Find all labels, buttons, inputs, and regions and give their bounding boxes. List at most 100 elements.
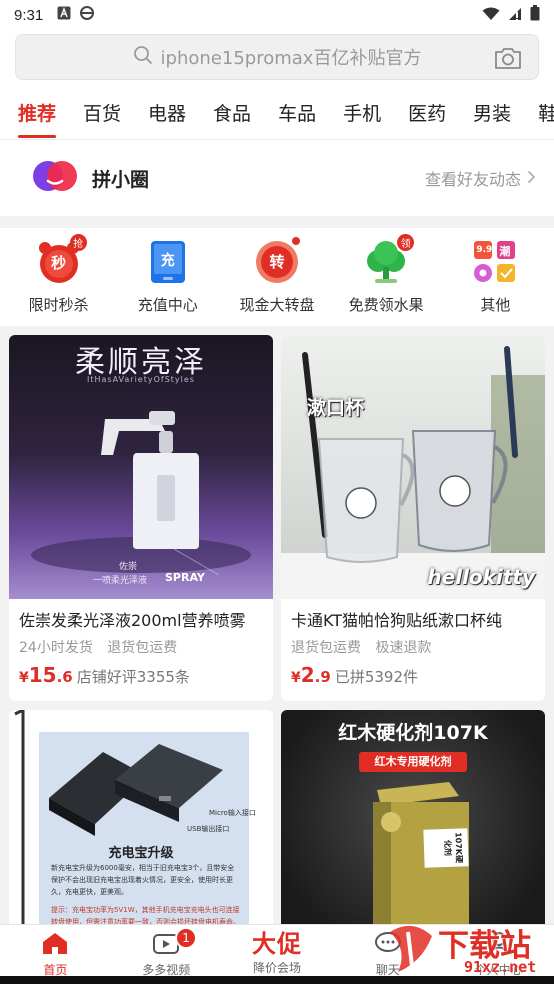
pinxiaoquan-label: 拼小圈 — [92, 168, 150, 191]
status-time: 9:31 — [14, 6, 44, 24]
product-image: 漱口杯 hellokitty — [281, 335, 545, 599]
wheel-red-dot — [290, 236, 301, 246]
notification-a-icon — [57, 6, 71, 24]
product-tags: 退货包运费 极速退款 — [291, 637, 535, 657]
chevron-right-icon — [527, 169, 536, 188]
more-grid-icon: 9.9 潮 — [471, 238, 519, 286]
product-tag: 退货包运费 — [107, 640, 178, 656]
pinxiaoquan-logo-icon — [32, 159, 78, 197]
quick-flash-sale[interactable]: 秒 抢 限时秒杀 — [5, 228, 113, 326]
search-placeholder: iphone15promax百亿补贴官方 — [160, 48, 422, 69]
tree-icon: 领 — [362, 234, 415, 286]
quick-label: 免费领水果 — [348, 296, 424, 314]
watermark-url: 91xz.net — [464, 958, 537, 976]
quick-label: 充值中心 — [137, 296, 198, 314]
product-title: 卡通KT猫帕恰狗贴纸漱口杯纯 — [291, 611, 503, 630]
nav-promo-label: 降价会场 — [252, 961, 301, 975]
product-tag: 极速退款 — [375, 640, 432, 656]
friend-activity-link[interactable]: 查看好友动态 — [425, 166, 536, 190]
nav-promo-big: 大促 — [251, 930, 302, 958]
cups-illustration — [281, 346, 545, 599]
tab-menswear[interactable]: 男装 — [473, 99, 511, 126]
nav-video[interactable]: 1 多多视频 — [111, 925, 222, 977]
app-root: 9:31 iphone15promax百亿补贴官方 推荐 百货 电器 食品 车品… — [0, 0, 554, 984]
video-badge: 1 — [175, 927, 198, 949]
flash-sale-tag: 抢 — [69, 234, 87, 251]
more-grid-tr-text: 潮 — [499, 245, 511, 258]
watermark-logo-icon — [390, 925, 432, 972]
home-icon — [41, 931, 69, 959]
search-icon — [133, 45, 153, 69]
nav-home[interactable]: 首页 — [0, 925, 111, 977]
nav-promo[interactable]: 大促 降价会场 — [222, 925, 333, 976]
quick-more[interactable]: 9.9 潮 其他 — [441, 228, 549, 326]
search-input[interactable]: iphone15promax百亿补贴官方 — [15, 34, 539, 80]
product-card[interactable]: Micro输入接口 USB输出接口 充电宝升级 新充电宝升级为6000毫安，相当… — [9, 710, 273, 930]
tab-food[interactable]: 食品 — [213, 99, 251, 126]
battery-icon — [530, 5, 540, 25]
price-currency: ¥ — [291, 670, 301, 686]
signal-icon — [508, 6, 522, 25]
friend-activity-text: 查看好友动态 — [424, 170, 521, 189]
more-grid-tl-text: 9.9 — [476, 245, 493, 255]
image-can-label: 107K硬化剂 — [423, 828, 469, 868]
quick-label: 其他 — [480, 296, 511, 314]
watermark: 下载站 91xz.net — [380, 918, 552, 980]
product-title: 佐崇发柔光泽液200ml营养喷雾 — [19, 611, 246, 630]
product-tag: 24小时发货 — [19, 640, 93, 656]
sold-info: 已拼5392件 — [334, 668, 418, 686]
sold-info: 店铺好评3355条 — [76, 668, 190, 686]
category-tabs: 推荐 百货 电器 食品 车品 手机 医药 男装 鞋包 — [0, 86, 554, 140]
price-decimal: .6 — [56, 668, 73, 686]
quick-recharge[interactable]: 充 充值中心 — [114, 228, 222, 326]
tab-phones[interactable]: 手机 — [343, 99, 381, 126]
tab-general[interactable]: 百货 — [83, 99, 121, 126]
quick-cash-wheel[interactable]: 转 现金大转盘 — [223, 228, 331, 326]
image-spray-label: SPRAY — [165, 571, 205, 584]
quick-label: 现金大转盘 — [239, 296, 315, 314]
wifi-icon — [482, 6, 500, 25]
image-headline: 漱口杯 — [307, 397, 365, 419]
product-image: Micro输入接口 USB输出接口 充电宝升级 新充电宝升级为6000毫安，相当… — [9, 710, 273, 930]
image-caption-1: 佐崇 — [119, 562, 138, 572]
price-line: ¥ 15 .6 店铺好评3355条 — [19, 663, 263, 687]
product-card[interactable]: 红木硬化剂107K 红木专用硬化剂 107K硬化剂 — [281, 710, 545, 930]
product-card[interactable]: 柔顺亮泽 ItHasAVarietyOfStyles SPRAY 佐崇 一喷柔光… — [9, 335, 273, 701]
wheel-icon-text: 转 — [269, 253, 285, 271]
browser-e-icon — [79, 5, 95, 25]
price-integer: 15 — [28, 663, 57, 687]
tab-car[interactable]: 车品 — [278, 99, 316, 126]
wheel-icon: 转 — [253, 236, 301, 286]
quick-free-fruit[interactable]: 领 免费领水果 — [332, 228, 440, 326]
price-line: ¥ 2 .9 已拼5392件 — [291, 663, 535, 687]
product-image: 红木硬化剂107K 红木专用硬化剂 107K硬化剂 — [281, 710, 545, 930]
can-illustration — [373, 782, 469, 930]
image-caption-2: 一喷柔光泽液 — [93, 576, 148, 586]
free-fruit-tag: 领 — [397, 234, 415, 251]
recharge-icon: 充 — [144, 238, 192, 286]
product-image: 柔顺亮泽 ItHasAVarietyOfStyles SPRAY 佐崇 一喷柔光… — [9, 335, 273, 599]
image-port-label-2: USB输出接口 — [187, 825, 230, 833]
status-right — [482, 5, 540, 25]
pinxiaoquan-row[interactable]: 拼小圈 查看好友动态 — [0, 140, 554, 216]
price-integer: 2 — [300, 663, 315, 687]
recharge-icon-text: 充 — [160, 253, 175, 269]
product-tag: 退货包运费 — [291, 640, 361, 656]
search-area: iphone15promax百亿补贴官方 — [0, 30, 554, 86]
clock-icon: 秒 抢 — [35, 234, 87, 286]
quick-label: 限时秒杀 — [28, 296, 89, 314]
camera-icon[interactable] — [494, 46, 522, 74]
image-body-text: 新充电宝升级为6000毫安，相当于旧充电宝3个，且带安全保护不会出现旧充电宝出现… — [51, 864, 235, 896]
price-currency: ¥ — [19, 670, 29, 686]
image-brand: hellokitty — [427, 565, 535, 589]
price-decimal: .9 — [314, 668, 331, 686]
product-card[interactable]: 漱口杯 hellokitty 卡通KT猫帕恰狗贴纸漱口杯纯 退货包运费 极速退款… — [281, 335, 545, 701]
tab-shoes[interactable]: 鞋包 — [538, 99, 554, 126]
spray-bottle-illustration — [31, 411, 251, 576]
product-tags: 24小时发货 退货包运费 — [19, 637, 263, 657]
image-headline: 充电宝升级 — [108, 846, 174, 861]
tab-medicine[interactable]: 医药 — [408, 99, 446, 126]
tab-appliances[interactable]: 电器 — [148, 99, 186, 126]
quick-entries: 秒 抢 限时秒杀 充 充值中心 转 现金大转盘 领 免费领水果 9.9 潮 其他 — [0, 228, 554, 326]
tab-recommend[interactable]: 推荐 — [18, 99, 57, 138]
